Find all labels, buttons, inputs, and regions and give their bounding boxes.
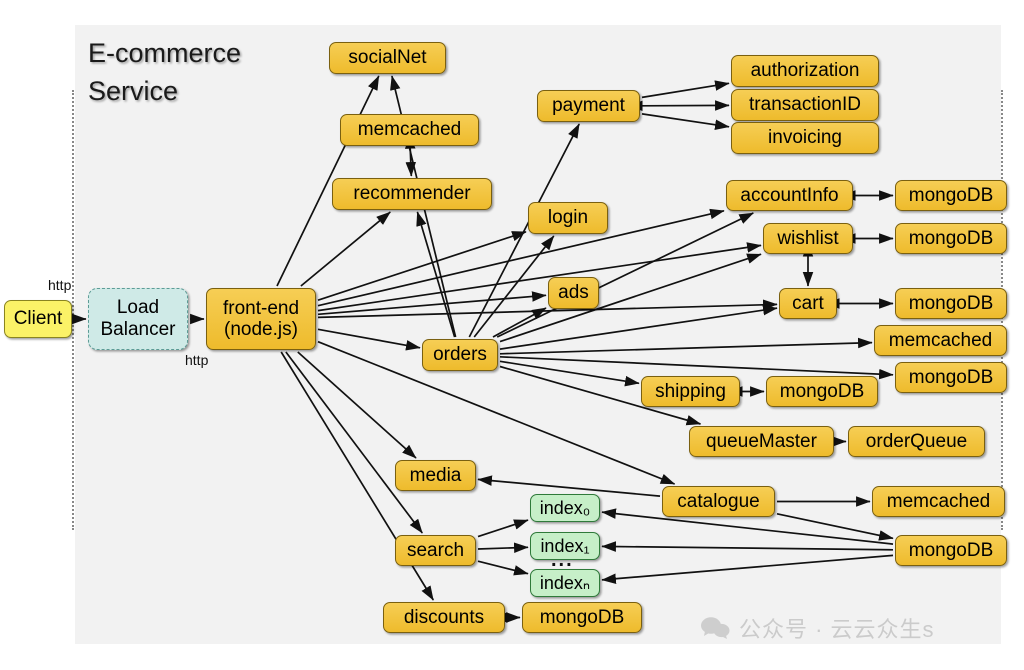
node-discounts[interactable]: discounts <box>383 602 505 633</box>
node-client[interactable]: Client <box>4 300 72 338</box>
node-search[interactable]: search <box>395 535 476 566</box>
node-orderqueue[interactable]: orderQueue <box>848 426 985 457</box>
wechat-icon <box>700 616 730 640</box>
node-label: mongoDB <box>908 366 994 388</box>
node-indexn[interactable]: indexₙ <box>530 569 600 597</box>
node-label: accountInfo <box>740 184 839 206</box>
node-mongodb_r2[interactable]: mongoDB <box>895 362 1007 393</box>
node-label: memcached <box>886 490 991 512</box>
node-label: socialNet <box>348 47 427 68</box>
node-catalogue[interactable]: catalogue <box>662 486 775 517</box>
node-accountinfo[interactable]: accountInfo <box>726 180 853 211</box>
node-label: Client <box>13 308 63 329</box>
watermark-text: 公众号 · 云云众生s <box>739 617 935 642</box>
node-recommender[interactable]: recommender <box>332 178 492 210</box>
index-ellipsis: ... <box>551 549 574 571</box>
node-label: orders <box>433 344 487 365</box>
node-mongodb_disc[interactable]: mongoDB <box>522 602 642 633</box>
edge-label-http-top: http <box>48 277 72 293</box>
node-label: memcached <box>888 329 993 351</box>
node-label: shipping <box>655 380 726 402</box>
node-label: recommender <box>353 183 471 204</box>
node-label: indexₙ <box>539 572 591 593</box>
node-authorization[interactable]: authorization <box>731 55 879 87</box>
node-index0[interactable]: index₀ <box>530 494 600 522</box>
node-cart[interactable]: cart <box>779 288 837 319</box>
node-wishlist[interactable]: wishlist <box>763 223 853 254</box>
node-label: invoicing <box>768 127 842 148</box>
node-label: mongoDB <box>779 380 865 402</box>
node-label: wishlist <box>777 227 839 249</box>
page-title: E-commerce Service <box>88 38 242 107</box>
edge-label-http-bottom: http <box>185 352 209 368</box>
node-transactionid[interactable]: transactionID <box>731 89 879 121</box>
node-orders[interactable]: orders <box>422 339 498 371</box>
node-loadbalancer[interactable]: Load Balancer <box>88 288 188 350</box>
node-mongodb_ship[interactable]: mongoDB <box>766 376 878 407</box>
node-mongodb_cart[interactable]: mongoDB <box>895 288 1007 319</box>
node-label: mongoDB <box>908 227 994 249</box>
node-invoicing[interactable]: invoicing <box>731 122 879 154</box>
node-mongodb_wish[interactable]: mongoDB <box>895 223 1007 254</box>
node-label: memcached <box>357 119 462 140</box>
node-label: mongoDB <box>539 606 625 628</box>
node-label: authorization <box>750 60 860 81</box>
node-label: ads <box>558 282 589 303</box>
node-label: search <box>406 539 465 561</box>
node-frontend[interactable]: front-end (node.js) <box>206 288 316 350</box>
watermark: 公众号 · 云云众生s <box>700 612 935 644</box>
node-label: login <box>547 207 589 228</box>
node-mongodb_acct[interactable]: mongoDB <box>895 180 1007 211</box>
node-label: orderQueue <box>865 430 968 452</box>
node-label: mongoDB <box>908 292 994 314</box>
node-shipping[interactable]: shipping <box>641 376 740 407</box>
node-memcached_r1[interactable]: memcached <box>874 325 1007 356</box>
node-label: media <box>409 464 462 486</box>
node-label: discounts <box>403 606 485 628</box>
node-memcached_cat[interactable]: memcached <box>872 486 1005 517</box>
node-payment[interactable]: payment <box>537 90 640 122</box>
node-label: catalogue <box>677 490 760 512</box>
node-label: mongoDB <box>908 184 994 206</box>
node-queuemaster[interactable]: queueMaster <box>689 426 834 457</box>
node-login[interactable]: login <box>528 202 608 234</box>
node-socialnet[interactable]: socialNet <box>329 42 446 74</box>
node-label: transactionID <box>749 94 861 115</box>
node-label: front-end (node.js) <box>222 297 300 340</box>
node-mongodb_cat[interactable]: mongoDB <box>895 535 1007 566</box>
node-label: mongoDB <box>908 539 994 561</box>
node-label: payment <box>552 95 625 116</box>
node-label: index₀ <box>539 497 591 518</box>
node-label: Load Balancer <box>100 296 176 340</box>
node-label: queueMaster <box>706 430 817 452</box>
node-label: cart <box>792 292 824 314</box>
node-ads[interactable]: ads <box>548 277 599 309</box>
service-boundary-left <box>72 90 74 530</box>
node-media[interactable]: media <box>395 460 476 491</box>
node-memcached_rec[interactable]: memcached <box>340 114 479 146</box>
diagram-canvas: E-commerce Service Client Load Balancer fr… <box>0 0 1024 670</box>
